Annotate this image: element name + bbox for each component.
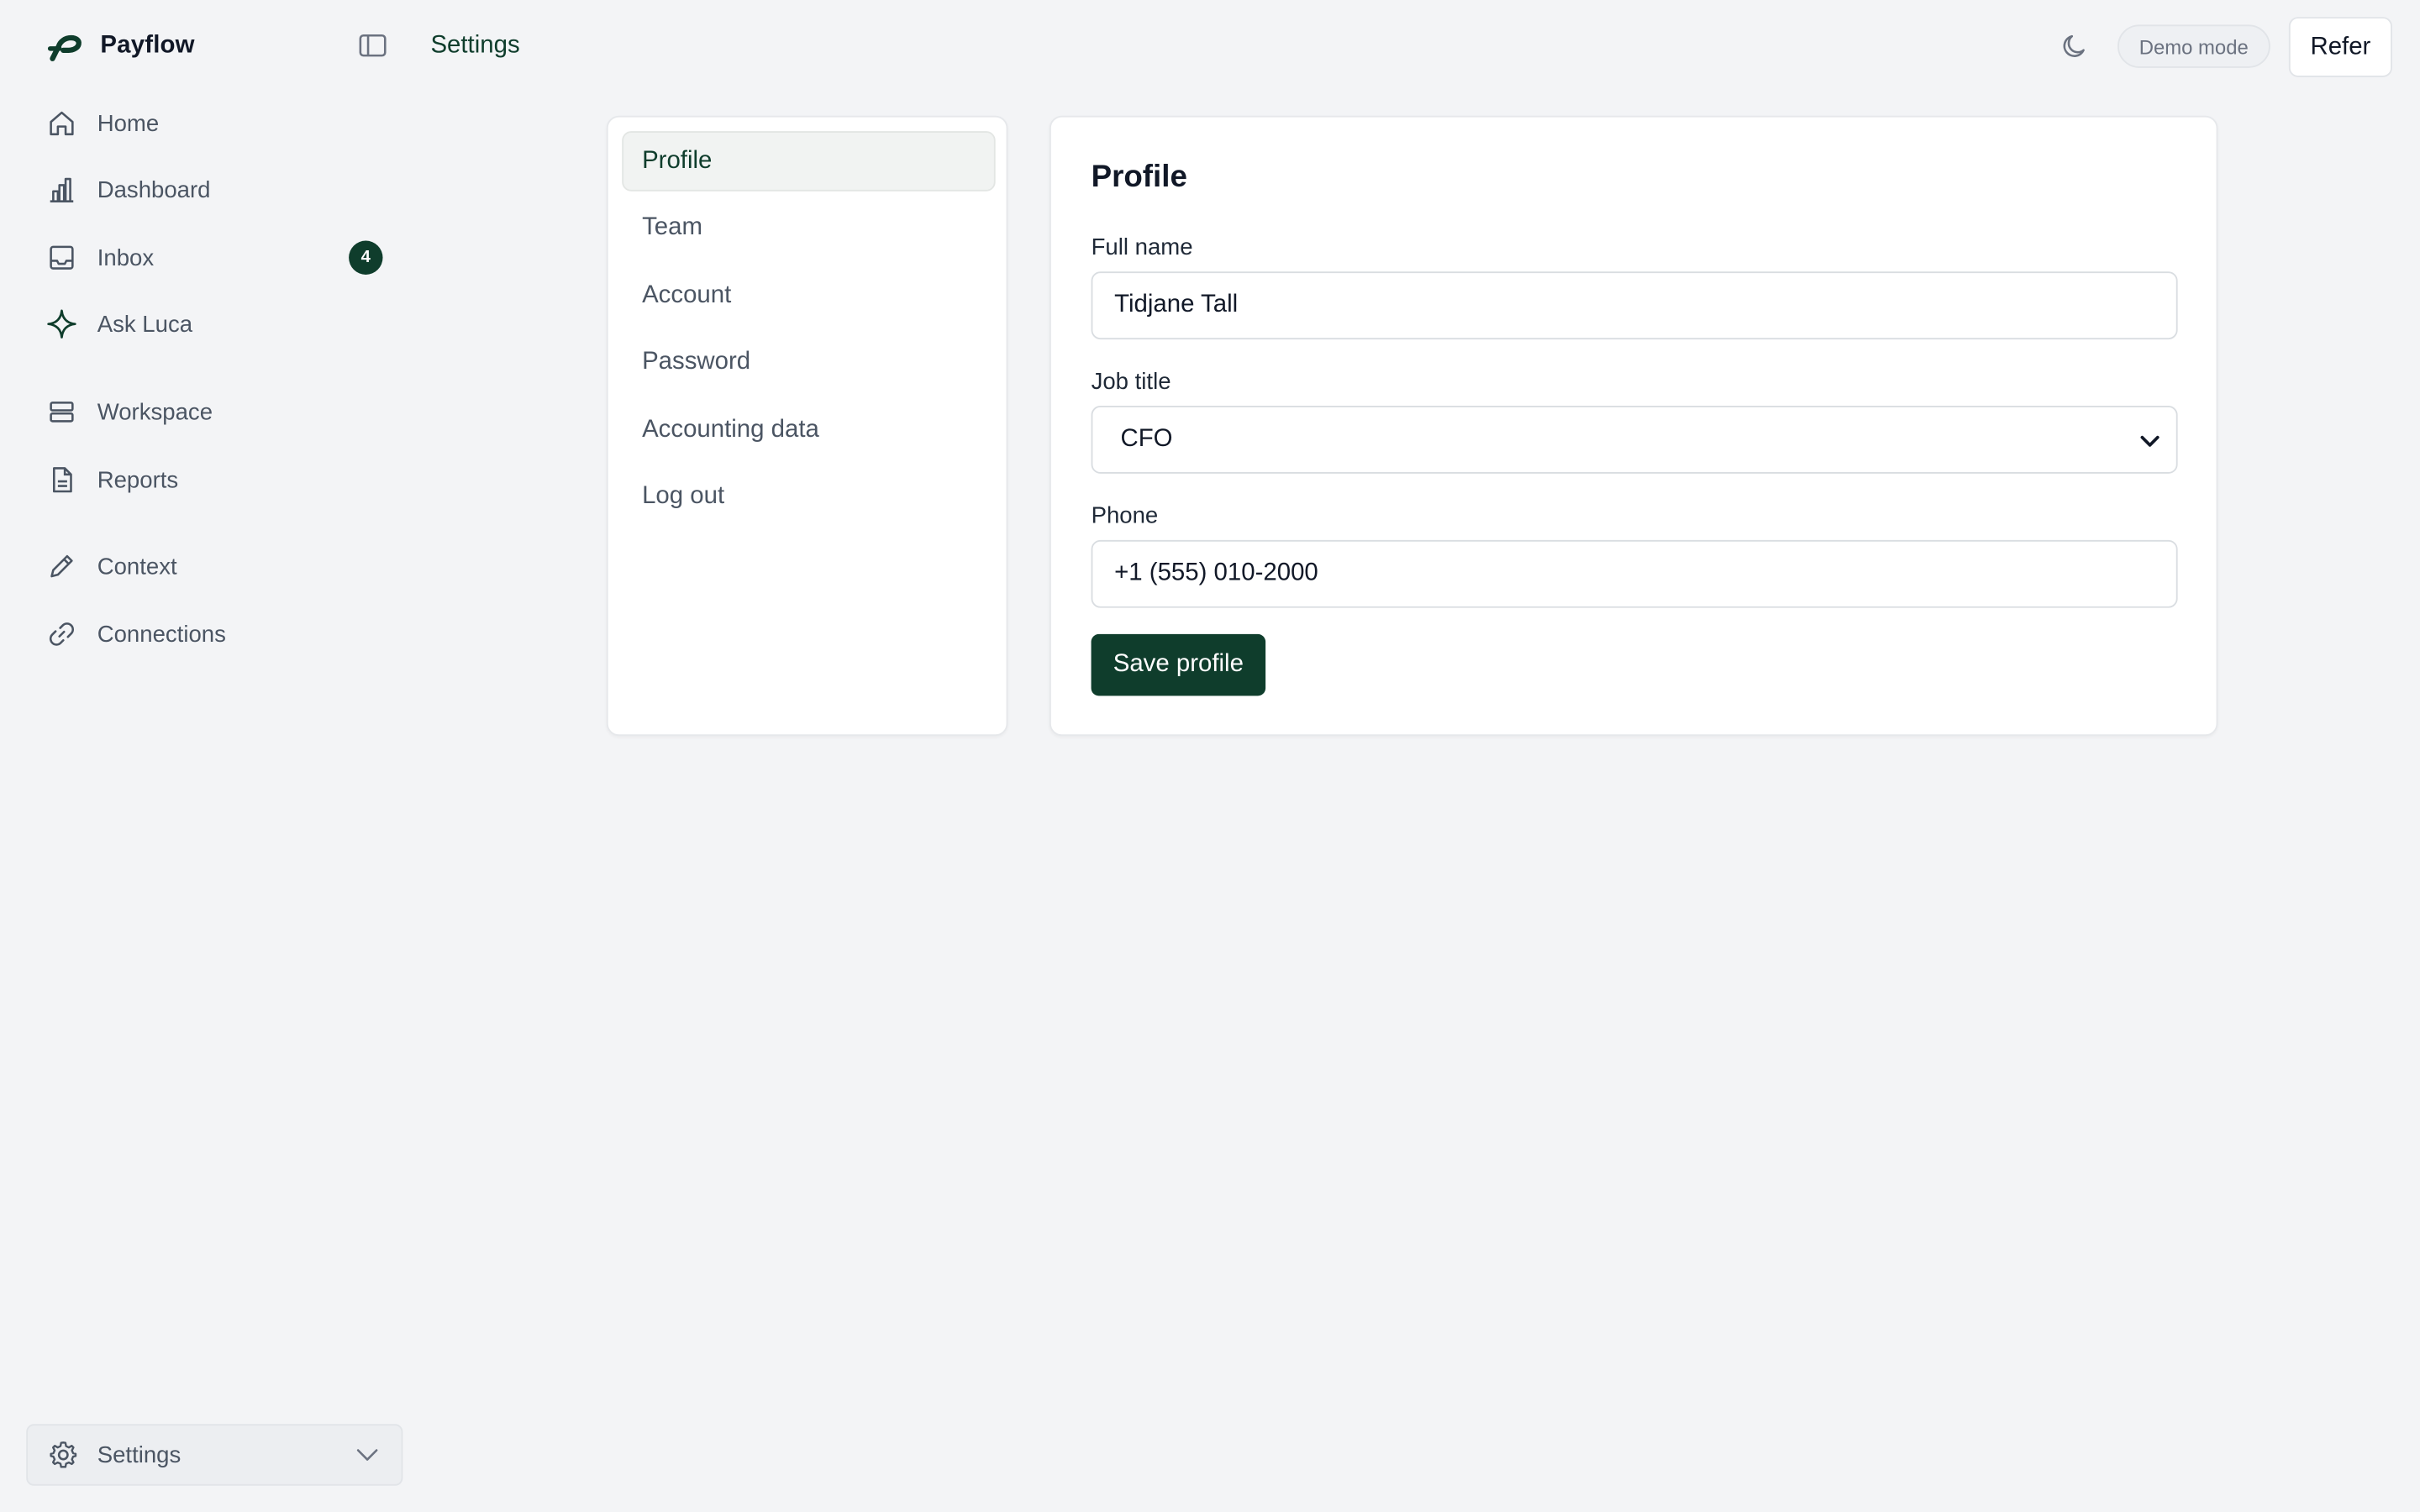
- phone-input[interactable]: [1091, 539, 2178, 608]
- gear-icon: [48, 1440, 79, 1471]
- pencil-icon: [46, 551, 77, 582]
- full-name-input[interactable]: [1091, 271, 2178, 340]
- sidebar-item-dashboard[interactable]: Dashboard: [46, 166, 386, 213]
- phone-label: Phone: [1091, 502, 1159, 529]
- settings-nav-log-out[interactable]: Log out: [622, 466, 995, 527]
- sidebar-item-label: Home: [97, 110, 160, 137]
- settings-nav-account[interactable]: Account: [622, 265, 995, 326]
- app-root: Payflow Home Dashboard Inbox 4 Ask Luca …: [0, 0, 2420, 1512]
- job-title-select[interactable]: CFO: [1091, 406, 2178, 474]
- document-icon: [46, 465, 77, 496]
- job-title-value: CFO: [1120, 425, 1173, 453]
- inbox-icon: [46, 242, 77, 273]
- sidebar-item-workspace[interactable]: Workspace: [46, 389, 386, 435]
- sidebar-item-label: Workspace: [97, 398, 213, 426]
- settings-nav-team[interactable]: Team: [622, 197, 995, 258]
- settings-nav-profile[interactable]: Profile: [622, 131, 996, 192]
- brand-name: Payflow: [100, 32, 195, 59]
- sidebar-item-home[interactable]: Home: [46, 100, 386, 146]
- sidebar-item-ask-luca[interactable]: Ask Luca: [46, 301, 386, 347]
- sidebar-toggle-icon[interactable]: [356, 31, 389, 62]
- save-profile-button[interactable]: Save profile: [1091, 633, 1266, 696]
- sidebar-item-label: Reports: [97, 466, 179, 493]
- settings-switcher-label: Settings: [97, 1441, 182, 1468]
- chevron-down-icon: [2139, 430, 2161, 452]
- settings-nav-accounting-data[interactable]: Accounting data: [622, 400, 995, 460]
- refer-button[interactable]: Refer: [2288, 17, 2392, 77]
- sidebar-item-label: Inbox: [97, 244, 155, 271]
- home-icon: [46, 108, 77, 139]
- moon-icon[interactable]: [2059, 31, 2090, 62]
- brand[interactable]: Payflow: [46, 28, 195, 65]
- inbox-count-badge: 4: [349, 240, 383, 275]
- database-icon: [46, 396, 77, 428]
- sidebar-item-inbox[interactable]: Inbox 4: [46, 234, 386, 281]
- page-title: Settings: [430, 32, 520, 59]
- payflow-logo-icon: [46, 28, 83, 65]
- settings-nav-password[interactable]: Password: [622, 332, 995, 392]
- sidebar-item-connections[interactable]: Connections: [46, 611, 386, 657]
- sidebar-item-reports[interactable]: Reports: [46, 457, 386, 503]
- profile-card: Profile Full name Job title CFO Phone Sa…: [1049, 115, 2218, 737]
- job-title-label: Job title: [1091, 368, 1171, 396]
- chevron-down-icon: [355, 1442, 379, 1467]
- link-icon: [46, 619, 77, 650]
- sidebar-item-label: Ask Luca: [97, 311, 193, 338]
- sidebar-item-label: Dashboard: [97, 176, 211, 203]
- sidebar-item-context[interactable]: Context: [46, 543, 386, 590]
- settings-switcher[interactable]: Settings: [26, 1424, 403, 1486]
- bar-chart-icon: [46, 175, 77, 206]
- sidebar-item-label: Connections: [97, 621, 226, 648]
- sparkle-icon: [46, 308, 77, 339]
- demo-mode-badge[interactable]: Demo mode: [2117, 24, 2270, 68]
- sidebar-item-label: Context: [97, 553, 177, 580]
- settings-nav: Profile Team Account Password Accounting…: [606, 115, 1008, 737]
- profile-title: Profile: [1091, 160, 1187, 195]
- full-name-label: Full name: [1091, 234, 1193, 261]
